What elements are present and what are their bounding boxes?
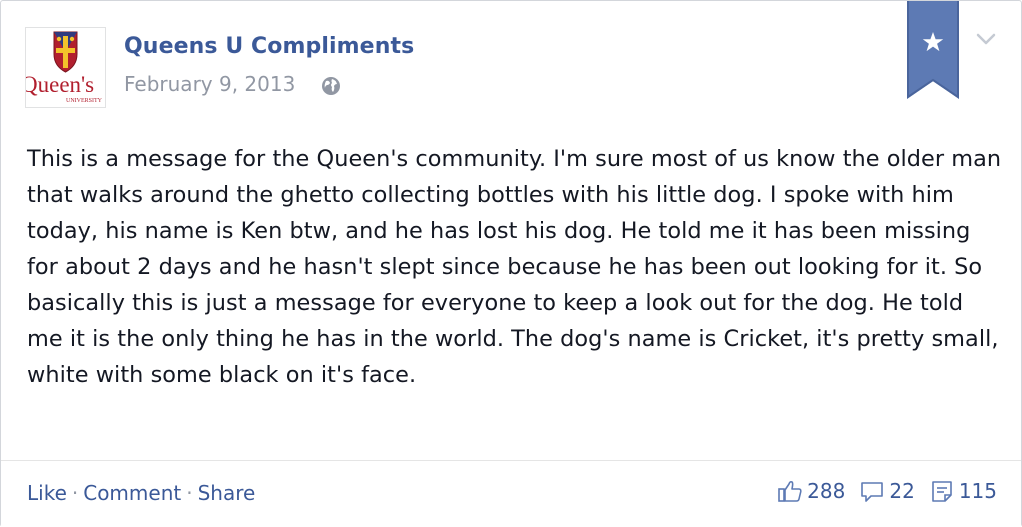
post-message: This is a message for the Queen's commun…: [27, 146, 1002, 388]
svg-text:UNIVERSITY: UNIVERSITY: [66, 98, 103, 104]
chevron-down-icon[interactable]: [973, 29, 999, 49]
svg-text:Queen's: Queen's: [26, 72, 94, 97]
page-name-link[interactable]: Queens U Compliments: [124, 34, 414, 59]
share-doc-icon: [932, 481, 952, 502]
action-separator: ·: [71, 481, 79, 505]
comments-count-link[interactable]: 22: [859, 479, 915, 503]
post-actions: Like · Comment · Share: [27, 481, 255, 505]
comment-bubble-icon: [861, 482, 884, 502]
action-separator: ·: [186, 481, 193, 505]
shares-count: 115: [958, 479, 997, 503]
thumbs-up-icon: [778, 480, 802, 502]
comment-button[interactable]: Comment: [83, 481, 181, 505]
shares-count-link[interactable]: 115: [929, 479, 997, 503]
star-ribbon-icon[interactable]: [907, 1, 959, 99]
like-button[interactable]: Like: [27, 481, 67, 505]
likes-count-link[interactable]: 288: [777, 479, 845, 503]
page-avatar[interactable]: Queen's UNIVERSITY: [25, 27, 106, 108]
facebook-post: Queen's UNIVERSITY Queens U Compliments …: [0, 0, 1022, 527]
globe-icon[interactable]: [320, 75, 342, 97]
queens-logo-icon: Queen's UNIVERSITY: [26, 31, 103, 104]
likes-count: 288: [807, 479, 846, 503]
post-timestamp[interactable]: February 9, 2013: [124, 72, 295, 96]
post-footer: Like · Comment · Share 288 22 115: [1, 460, 1021, 527]
share-button[interactable]: Share: [198, 481, 256, 505]
post-stats: 288 22 115: [763, 479, 997, 503]
comments-count: 22: [889, 479, 915, 503]
